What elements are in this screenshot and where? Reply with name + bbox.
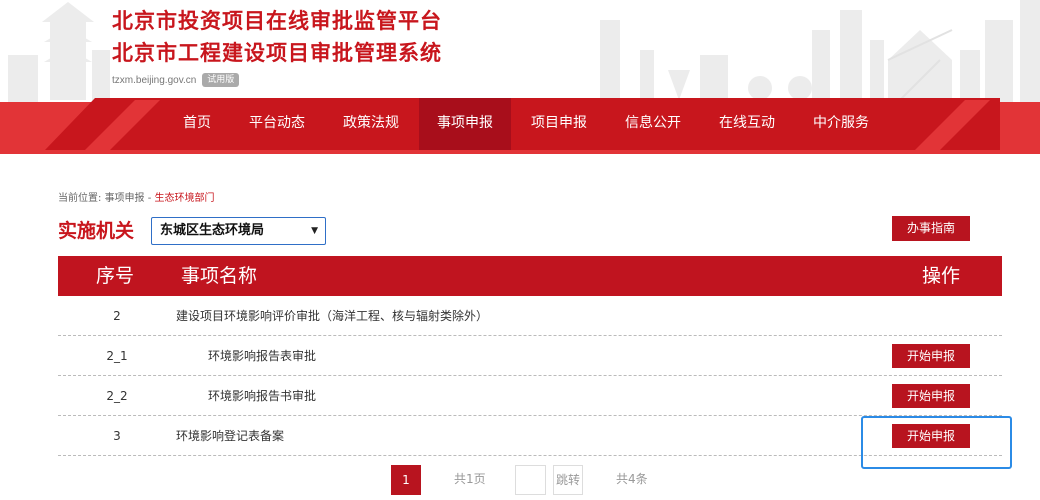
- system-title: 北京市工程建设项目审批管理系统: [112, 41, 442, 65]
- breadcrumb-current: 生态环境部门: [154, 193, 215, 204]
- jump-page-input[interactable]: [515, 465, 546, 495]
- start-apply-button[interactable]: 开始申报: [892, 424, 970, 448]
- table-body: 2 建设项目环境影响评价审批（海洋工程、核与辐射类除外） 2_1 环境影响报告表审批开…: [58, 296, 1002, 456]
- row-item-name: 环境影响报告表审批: [208, 349, 317, 363]
- agency-select-value: 东城区生态环境局: [160, 223, 265, 238]
- breadcrumb: 当前位置: 事项申报 - 生态环境部门: [58, 189, 215, 204]
- guide-button[interactable]: 办事指南: [892, 216, 970, 241]
- jump-button[interactable]: 跳转: [553, 465, 583, 495]
- site-header: 北京市投资项目在线审批监管平台 北京市工程建设项目审批管理系统 tzxm.bei…: [0, 0, 1040, 155]
- trial-badge: 试用版: [202, 73, 240, 87]
- row-number: 2_2: [106, 389, 128, 403]
- header-name: 事项名称: [181, 265, 258, 287]
- table-row: 2_2 环境影响报告书审批 开始申报: [58, 376, 1002, 416]
- nav-item-2[interactable]: 政策法规: [325, 98, 417, 150]
- breadcrumb-parent[interactable]: 事项申报: [105, 193, 145, 204]
- pagination: 1 共1页 跳转 共4条: [0, 464, 1040, 495]
- table-row: 3 环境影响登记表备案 开始申报: [58, 416, 1002, 456]
- header-num: 序号: [96, 265, 135, 287]
- row-item-name: 环境影响登记表备案: [176, 429, 285, 443]
- nav-item-0[interactable]: 首页: [165, 98, 229, 150]
- dropdown-arrow-icon: ▼: [311, 226, 318, 236]
- table-row: 2_1 环境影响报告表审批 开始申报: [58, 336, 1002, 376]
- header-operation: 操作: [922, 265, 961, 287]
- total-items: 共4条: [616, 472, 648, 486]
- table-row: 2 建设项目环境影响评价审批（海洋工程、核与辐射类除外）: [58, 296, 1002, 336]
- row-number: 2: [113, 309, 121, 323]
- breadcrumb-separator: -: [144, 193, 155, 204]
- nav-item-4[interactable]: 项目申报: [513, 98, 605, 150]
- row-number: 2_1: [106, 349, 128, 363]
- nav-item-1[interactable]: 平台动态: [231, 98, 323, 150]
- agency-label: 实施机关: [58, 220, 135, 242]
- items-table: 序号 事项名称 操作 2 建设项目环境影响评价审批（海洋工程、核与辐射类除外） 2_…: [58, 256, 1002, 456]
- agency-filter-row: 实施机关 东城区生态环境局 ▼ 办事指南: [58, 216, 970, 248]
- platform-title: 北京市投资项目在线审批监管平台: [112, 9, 442, 33]
- total-pages: 共1页: [454, 472, 486, 486]
- row-item-name: 环境影响报告书审批: [208, 389, 317, 403]
- nav-item-6[interactable]: 在线互动: [701, 98, 793, 150]
- agency-select[interactable]: 东城区生态环境局 ▼: [151, 217, 326, 245]
- site-domain: tzxm.beijing.gov.cn: [112, 74, 197, 86]
- nav-item-3[interactable]: 事项申报: [419, 98, 511, 150]
- start-apply-button[interactable]: 开始申报: [892, 384, 970, 408]
- row-number: 3: [113, 429, 121, 443]
- start-apply-button[interactable]: 开始申报: [892, 344, 970, 368]
- main-nav: 首页 平台动态 政策法规 事项申报 项目申报 信息公开 在线互动 中介服务: [0, 98, 1040, 155]
- nav-item-5[interactable]: 信息公开: [607, 98, 699, 150]
- page-1-button[interactable]: 1: [391, 465, 421, 495]
- nav-item-7[interactable]: 中介服务: [795, 98, 887, 150]
- breadcrumb-prefix: 当前位置:: [58, 193, 105, 204]
- table-header: 序号 事项名称 操作: [58, 256, 1002, 296]
- row-item-name: 建设项目环境影响评价审批（海洋工程、核与辐射类除外）: [176, 309, 489, 323]
